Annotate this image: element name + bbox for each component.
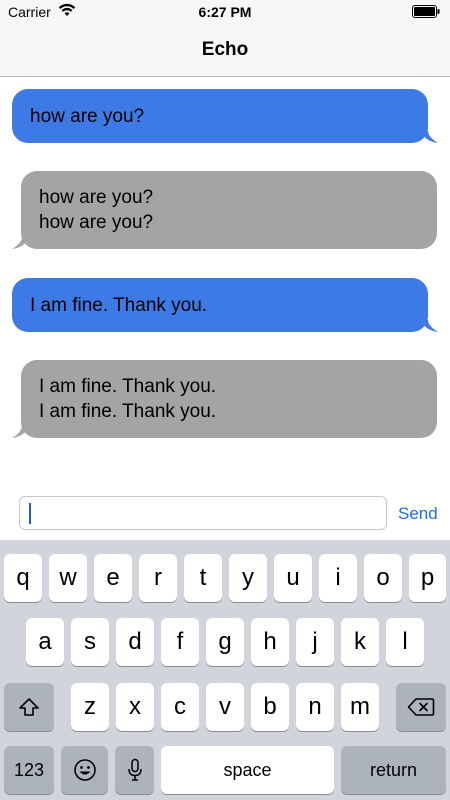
key-d[interactable]: d [116, 618, 154, 666]
status-time: 6:27 PM [198, 4, 252, 20]
key-e[interactable]: e [94, 554, 132, 602]
keyboard: q w e r t y u i o p a s d f g h j k l z … [0, 540, 450, 800]
incoming-message-bubble: I am fine. Thank you. I am fine. Thank y… [21, 360, 437, 438]
key-a[interactable]: a [26, 618, 64, 666]
key-z[interactable]: z [71, 683, 109, 731]
key-f[interactable]: f [161, 618, 199, 666]
shift-key[interactable] [4, 683, 54, 731]
key-j[interactable]: j [296, 618, 334, 666]
key-q[interactable]: q [4, 554, 42, 602]
space-key[interactable]: space [161, 746, 334, 794]
status-bar: Carrier 6:27 PM [0, 0, 450, 24]
key-x[interactable]: x [116, 683, 154, 731]
battery-icon [412, 5, 440, 18]
numbers-key[interactable]: 123 [4, 746, 54, 794]
message-text: I am fine. Thank you. [39, 376, 217, 397]
incoming-message-bubble: how are you? how are you? [21, 171, 437, 249]
delete-key[interactable] [396, 683, 446, 731]
outgoing-message-bubble: I am fine. Thank you. [12, 278, 428, 332]
key-g[interactable]: g [206, 618, 244, 666]
shift-arrow-icon [19, 698, 39, 716]
bubble-tail [422, 320, 438, 332]
key-y[interactable]: y [229, 554, 267, 602]
key-t[interactable]: t [184, 554, 222, 602]
emoji-icon [73, 759, 96, 781]
page-title: Echo [201, 39, 249, 60]
message-text: how are you? [39, 212, 154, 233]
key-w[interactable]: w [49, 554, 87, 602]
message-text: how are you? [30, 106, 145, 127]
navigation-bar: Echo [0, 24, 450, 77]
bubble-tail [12, 426, 28, 438]
emoji-key[interactable] [61, 746, 108, 794]
key-v[interactable]: v [206, 683, 244, 731]
outgoing-message-bubble: how are you? [12, 89, 428, 143]
bubble-tail [12, 237, 28, 249]
key-u[interactable]: u [274, 554, 312, 602]
key-n[interactable]: n [296, 683, 334, 731]
key-l[interactable]: l [386, 618, 424, 666]
composer-bar: Send [0, 488, 450, 540]
key-c[interactable]: c [161, 683, 199, 731]
microphone-icon [127, 758, 142, 781]
message-text: I am fine. Thank you. [39, 401, 217, 422]
backspace-icon [407, 698, 435, 716]
message-input[interactable] [19, 496, 387, 530]
key-r[interactable]: r [139, 554, 177, 602]
return-key[interactable]: return [341, 746, 446, 794]
bubble-tail [422, 131, 438, 143]
key-m[interactable]: m [341, 683, 379, 731]
key-i[interactable]: i [319, 554, 357, 602]
send-button[interactable]: Send [398, 504, 438, 524]
key-b[interactable]: b [251, 683, 289, 731]
message-text: how are you? [39, 187, 154, 208]
key-s[interactable]: s [71, 618, 109, 666]
key-k[interactable]: k [341, 618, 379, 666]
dictation-key[interactable] [115, 746, 154, 794]
key-o[interactable]: o [364, 554, 402, 602]
key-p[interactable]: p [409, 554, 446, 602]
text-cursor [29, 503, 31, 524]
message-text: I am fine. Thank you. [30, 295, 208, 316]
key-h[interactable]: h [251, 618, 289, 666]
